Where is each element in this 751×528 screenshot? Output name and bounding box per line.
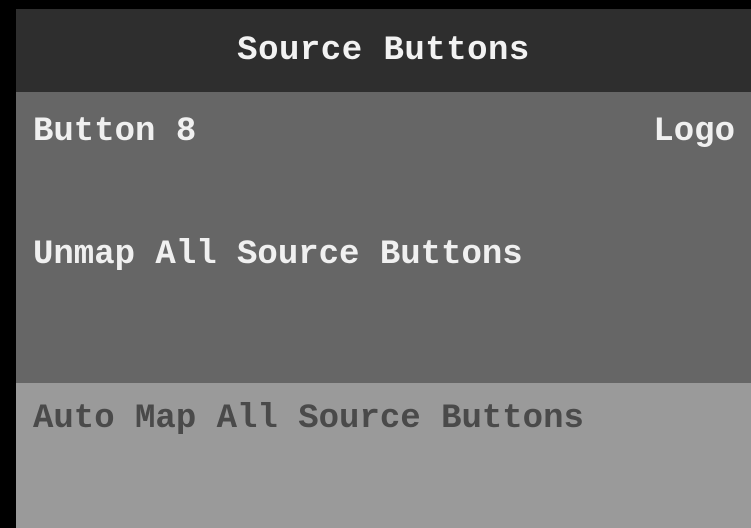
panel-title: Source Buttons: [237, 31, 530, 70]
panel-header: Source Buttons: [16, 9, 751, 92]
source-button-row[interactable]: Button 8 Logo: [16, 92, 751, 172]
auto-map-all-button[interactable]: Auto Map All Source Buttons: [16, 383, 751, 528]
source-button-name: Button 8: [33, 113, 197, 151]
auto-map-all-label: Auto Map All Source Buttons: [33, 400, 584, 438]
selected-button-area: Button 8 Logo Unmap All Source Buttons: [16, 92, 751, 383]
source-buttons-panel: Source Buttons Button 8 Logo Unmap All S…: [16, 9, 751, 528]
mapped-source-value: Logo: [653, 113, 735, 151]
unmap-all-button[interactable]: Unmap All Source Buttons: [33, 221, 593, 289]
